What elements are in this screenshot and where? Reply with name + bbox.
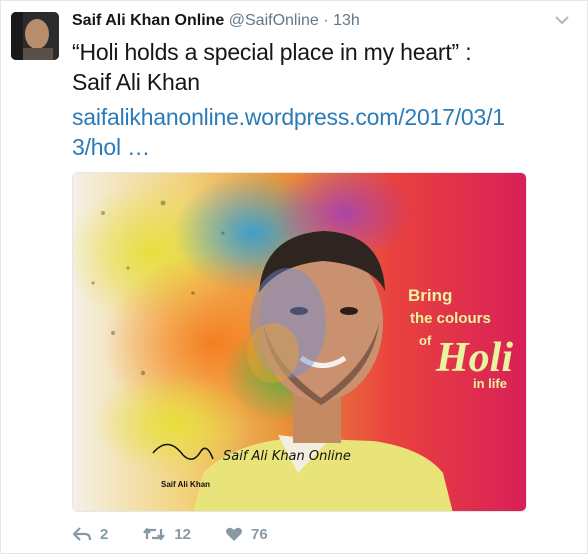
- heart-icon: [226, 527, 243, 541]
- like-count: 76: [251, 525, 268, 543]
- like-button[interactable]: 76: [225, 526, 268, 543]
- media-headline-line: Bring: [408, 286, 452, 305]
- author-name[interactable]: Saif Ali Khan Online: [72, 12, 224, 29]
- tweet-link[interactable]: saifalikhanonline.wordpress.com/2017/03/…: [72, 102, 582, 162]
- separator: ·: [323, 12, 329, 29]
- tweet-actions: 2 12 76: [72, 523, 302, 545]
- avatar[interactable]: [11, 12, 59, 60]
- signature-caption: Saif Ali Khan: [161, 480, 210, 489]
- tweet-text-line: Saif Ali Khan: [72, 69, 200, 95]
- retweet-count: 12: [174, 525, 192, 543]
- chevron-down-icon[interactable]: [553, 11, 571, 29]
- tweet-card[interactable]: Saif Ali Khan Online @SaifOnline · 13h “…: [0, 0, 588, 554]
- retweet-button[interactable]: 12: [142, 526, 191, 543]
- media-headline-line: in life: [473, 376, 507, 391]
- retweet-icon: [143, 527, 166, 541]
- tweet-text-line: “Holi holds a special place in my heart”…: [72, 39, 472, 65]
- reply-count: 2: [100, 525, 109, 543]
- tweet-header: Saif Ali Khan Online @SaifOnline · 13h: [72, 10, 360, 32]
- reply-icon: [72, 527, 92, 541]
- media-watermark: Saif Ali Khan Online: [223, 449, 351, 464]
- media-headline-holi: Holi: [435, 335, 513, 381]
- media-headline-of: of: [419, 333, 432, 348]
- tweet-text: “Holi holds a special place in my heart”…: [72, 37, 572, 97]
- media-headline-line: the colours: [410, 310, 491, 327]
- tweet-media-image[interactable]: Bring the colours of Holi in life Saif A…: [72, 172, 527, 512]
- tweet-link-line[interactable]: saifalikhanonline.wordpress.com/2017/03/…: [72, 102, 582, 132]
- tweet-link-line[interactable]: 3/hol …: [72, 132, 582, 162]
- timestamp[interactable]: 13h: [333, 12, 360, 29]
- reply-button[interactable]: 2: [72, 526, 108, 543]
- author-handle[interactable]: @SaifOnline: [229, 12, 319, 29]
